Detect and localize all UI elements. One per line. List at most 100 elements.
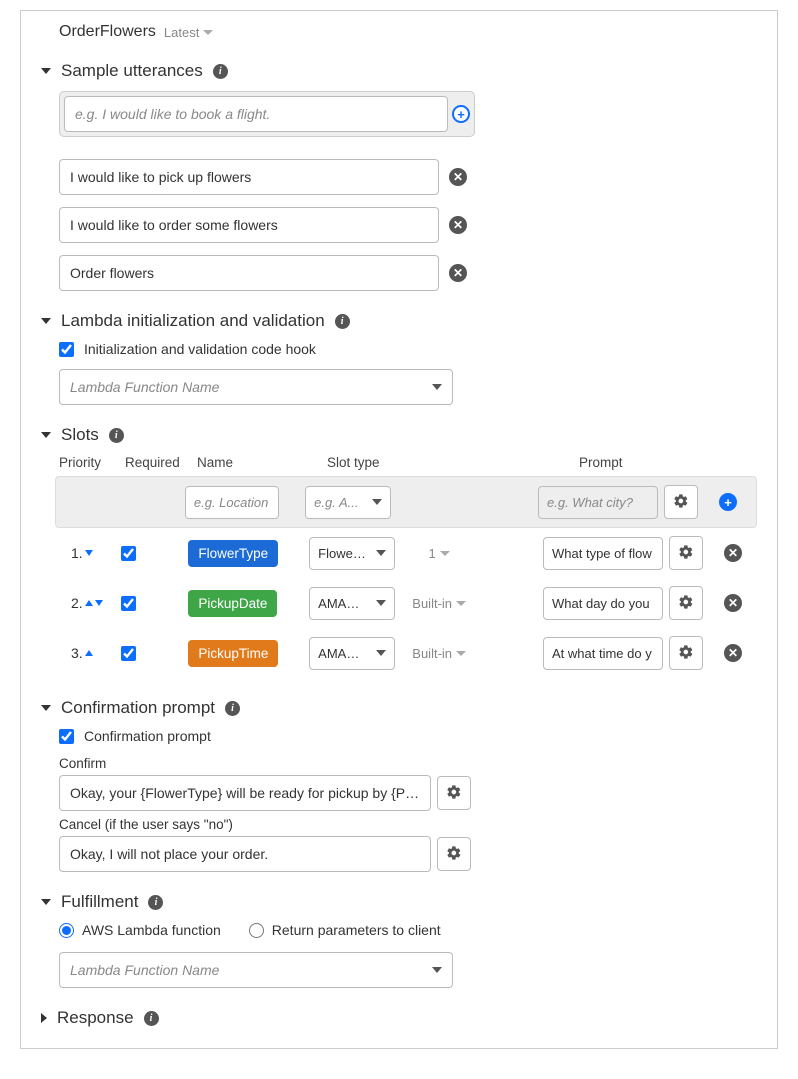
fulfillment-lambda-radio-label[interactable]: AWS Lambda function (59, 922, 221, 938)
move-down-button[interactable] (95, 600, 103, 606)
caret-down-icon (41, 318, 51, 324)
chevron-down-icon (372, 499, 382, 505)
col-priority: Priority (59, 455, 121, 470)
slot-type-select[interactable]: Flowe… (309, 537, 395, 570)
slot-type-extra[interactable]: Built-in (403, 596, 475, 611)
slot-prompt-input[interactable]: At what time do y (543, 637, 663, 670)
lambda-function-select[interactable]: Lambda Function Name (59, 369, 453, 405)
cancel-label: Cancel (if the user says "no") (59, 817, 757, 832)
slot-required-checkbox[interactable] (121, 596, 136, 611)
caret-down-icon (203, 30, 213, 35)
slot-row: 3.PickupTimeAMA…Built-inAt what time do … (59, 628, 757, 678)
info-icon[interactable]: i (109, 428, 124, 443)
info-icon[interactable]: i (213, 64, 228, 79)
slot-name-badge[interactable]: PickupDate (188, 590, 277, 617)
col-required: Required (125, 455, 193, 470)
slot-type-select[interactable]: AMA… (309, 637, 395, 670)
remove-slot-button[interactable]: ✕ (724, 544, 742, 562)
slot-prompt-settings-button[interactable] (669, 586, 703, 620)
slot-name-badge[interactable]: PickupTime (188, 640, 278, 667)
slot-type-value: Flowe… (318, 546, 366, 561)
caret-down-icon (41, 899, 51, 905)
remove-utterance-button[interactable]: ✕ (449, 264, 467, 282)
slot-required-checkbox[interactable] (121, 546, 136, 561)
gear-icon (446, 784, 462, 803)
gear-icon (678, 544, 694, 563)
slot-type-select[interactable]: AMA… (309, 587, 395, 620)
section-header-utterances[interactable]: Sample utterances i (41, 61, 757, 81)
utterance-value-input[interactable] (59, 255, 439, 291)
chevron-down-icon (376, 650, 386, 656)
slot-prompt-input[interactable]: What type of flow (543, 537, 663, 570)
slot-required-checkbox[interactable] (121, 646, 136, 661)
section-title: Fulfillment (61, 892, 138, 912)
select-placeholder: e.g. A... (314, 495, 358, 510)
slot-name-badge[interactable]: FlowerType (188, 540, 278, 567)
remove-utterance-button[interactable]: ✕ (449, 216, 467, 234)
section-header-fulfillment[interactable]: Fulfillment i (41, 892, 757, 912)
chevron-down-icon (376, 550, 386, 556)
move-up-button[interactable] (85, 600, 93, 606)
remove-utterance-button[interactable]: ✕ (449, 168, 467, 186)
confirm-prompt-input[interactable]: Okay, your {FlowerType} will be ready fo… (59, 775, 431, 811)
new-slot-prompt-input[interactable]: e.g. What city? (538, 486, 658, 519)
section-header-response[interactable]: Response i (41, 1008, 757, 1028)
fulfillment-return-radio-label[interactable]: Return parameters to client (249, 922, 441, 938)
validation-hook-checkbox[interactable] (59, 342, 74, 357)
section-title: Lambda initialization and validation (61, 311, 325, 331)
section-lambda-validation: Lambda initialization and validation i I… (41, 311, 757, 405)
utterance-value-input[interactable] (59, 159, 439, 195)
chevron-down-icon (432, 384, 442, 390)
slot-table-header: Priority Required Name Slot type Prompt (59, 455, 757, 470)
select-placeholder: Lambda Function Name (70, 379, 219, 395)
col-name: Name (197, 455, 323, 470)
slot-prompt-input[interactable]: What day do you (543, 587, 663, 620)
confirmation-checkbox[interactable] (59, 729, 74, 744)
gear-icon (446, 845, 462, 864)
slot-type-extra[interactable]: 1 (403, 546, 475, 561)
prompt-settings-button[interactable] (664, 485, 698, 519)
slot-prompt-settings-button[interactable] (669, 536, 703, 570)
select-placeholder: Lambda Function Name (70, 962, 219, 978)
section-sample-utterances: Sample utterances i + ✕ ✕ ✕ (41, 61, 757, 291)
confirm-prompt-settings-button[interactable] (437, 776, 471, 810)
info-icon[interactable]: i (335, 314, 350, 329)
radio-label-text: AWS Lambda function (82, 922, 221, 938)
info-icon[interactable]: i (148, 895, 163, 910)
slot-type-extra[interactable]: Built-in (403, 646, 475, 661)
chevron-down-icon (376, 600, 386, 606)
section-header-lambda[interactable]: Lambda initialization and validation i (41, 311, 757, 331)
caret-down-icon (41, 432, 51, 438)
new-slot-type-select[interactable]: e.g. A... (305, 486, 391, 519)
utterance-input[interactable] (64, 96, 448, 132)
utterance-row: ✕ (59, 255, 757, 291)
utterance-row: ✕ (59, 207, 757, 243)
cancel-prompt-settings-button[interactable] (437, 837, 471, 871)
new-slot-name-input[interactable] (185, 486, 279, 519)
slot-prompt-settings-button[interactable] (669, 636, 703, 670)
caret-down-icon (456, 651, 466, 656)
cancel-prompt-input[interactable]: Okay, I will not place your order. (59, 836, 431, 872)
remove-slot-button[interactable]: ✕ (724, 644, 742, 662)
add-slot-button[interactable]: + (719, 493, 737, 511)
section-response: Response i (41, 1008, 757, 1028)
remove-slot-button[interactable]: ✕ (724, 594, 742, 612)
info-icon[interactable]: i (144, 1011, 159, 1026)
slot-priority-number: 2. (71, 595, 83, 611)
fulfillment-lambda-radio[interactable] (59, 923, 74, 938)
version-selector[interactable]: Latest (164, 25, 213, 40)
utterance-value-input[interactable] (59, 207, 439, 243)
section-slots: Slots i Priority Required Name Slot type… (41, 425, 757, 678)
radio-label-text: Return parameters to client (272, 922, 441, 938)
info-icon[interactable]: i (225, 701, 240, 716)
fulfillment-return-radio[interactable] (249, 923, 264, 938)
version-label: Latest (164, 25, 199, 40)
fulfillment-lambda-select[interactable]: Lambda Function Name (59, 952, 453, 988)
section-header-slots[interactable]: Slots i (41, 425, 757, 445)
section-header-confirmation[interactable]: Confirmation prompt i (41, 698, 757, 718)
move-up-button[interactable] (85, 650, 93, 656)
move-down-button[interactable] (85, 550, 93, 556)
section-fulfillment: Fulfillment i AWS Lambda function Return… (41, 892, 757, 988)
slot-extra-label: Built-in (412, 646, 452, 661)
add-utterance-button[interactable]: + (452, 105, 470, 123)
